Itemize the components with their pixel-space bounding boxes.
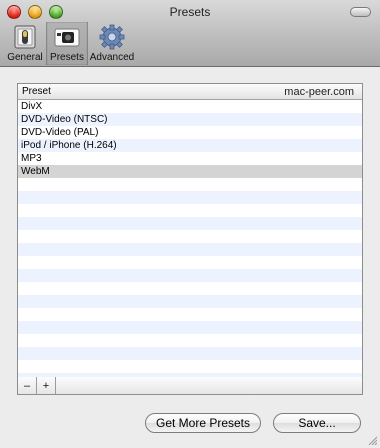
preferences-toolbar: General Presets Advanced [4,22,136,65]
resize-grip-icon[interactable] [367,435,377,445]
table-header[interactable]: Preset mac-peer.com [18,84,362,100]
add-preset-button[interactable]: + [37,377,56,394]
tab-advanced[interactable]: Advanced [88,22,136,65]
tab-general-label: General [7,52,43,63]
preferences-window: Presets General Presets Advanced Preset … [0,0,380,448]
get-more-presets-button[interactable]: Get More Presets [145,413,261,433]
column-header-preset[interactable]: Preset [22,86,51,97]
table-row[interactable]: iPod / iPhone (H.264) [18,139,362,152]
title-bar: Presets General Presets Advanced [0,0,380,67]
table-row-selected[interactable]: WebM [18,165,362,178]
general-switch-icon [14,25,36,49]
presets-film-icon [54,28,80,47]
save-button[interactable]: Save... [273,413,361,433]
watermark-text: mac-peer.com [284,85,354,98]
tab-presets-label: Presets [50,52,84,63]
window-title: Presets [169,5,211,19]
tab-general[interactable]: General [4,22,46,65]
toolbar-toggle-button[interactable] [350,7,371,17]
table-row[interactable]: DVD-Video (PAL) [18,126,362,139]
table-row[interactable]: MP3 [18,152,362,165]
table-body: DivX DVD-Video (NTSC) DVD-Video (PAL) iP… [18,100,362,378]
add-remove-bar: – + [17,377,363,395]
remove-preset-button[interactable]: – [18,377,37,394]
table-row[interactable]: DivX [18,100,362,113]
tab-presets[interactable]: Presets [46,22,88,65]
tab-advanced-label: Advanced [89,52,135,63]
table-row[interactable]: DVD-Video (NTSC) [18,113,362,126]
advanced-gear-icon [99,24,125,50]
presets-table: Preset mac-peer.com DivX DVD-Video (NTSC… [17,83,363,379]
